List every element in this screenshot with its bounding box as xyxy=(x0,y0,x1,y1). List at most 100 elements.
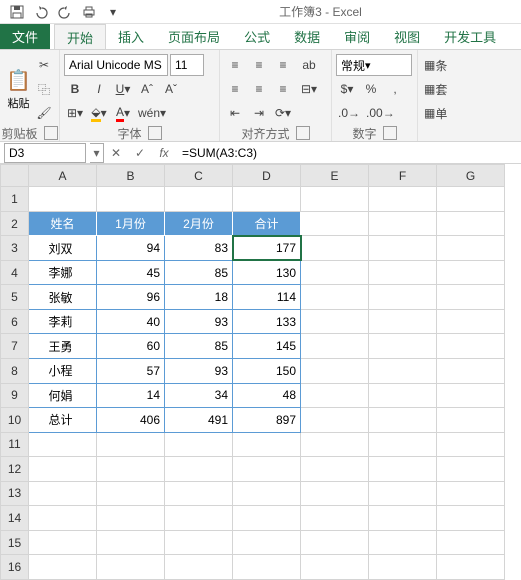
cell[interactable] xyxy=(301,285,369,310)
format-as-table-button[interactable]: ▦ 套 xyxy=(422,78,449,100)
worksheet-grid[interactable]: ABCDEFG12姓名1月份2月份合计3刘双94831774李娜45851305… xyxy=(0,164,521,580)
cell[interactable] xyxy=(369,481,437,506)
cell[interactable] xyxy=(437,457,505,482)
col-header[interactable]: B xyxy=(97,165,165,187)
col-header[interactable]: D xyxy=(233,165,301,187)
cell[interactable] xyxy=(301,457,369,482)
fill-color-button[interactable]: ⬙▾ xyxy=(88,102,110,124)
cell[interactable]: 小程 xyxy=(29,359,97,384)
col-header[interactable]: E xyxy=(301,165,369,187)
undo-icon[interactable] xyxy=(30,1,52,23)
cell[interactable] xyxy=(233,506,301,531)
cell[interactable] xyxy=(165,457,233,482)
align-left-button[interactable]: ≡ xyxy=(224,78,246,100)
merge-center-button[interactable]: ⊟▾ xyxy=(298,78,320,100)
name-box[interactable]: D3 xyxy=(4,143,86,163)
cell[interactable] xyxy=(369,285,437,310)
tab-home[interactable]: 开始 xyxy=(54,24,106,49)
cell[interactable]: 83 xyxy=(165,236,233,261)
cell[interactable] xyxy=(369,383,437,408)
cell[interactable] xyxy=(369,457,437,482)
tab-data[interactable]: 数据 xyxy=(282,24,332,49)
cell[interactable]: 93 xyxy=(165,309,233,334)
cell[interactable] xyxy=(301,334,369,359)
cell[interactable]: 18 xyxy=(165,285,233,310)
cell[interactable] xyxy=(301,481,369,506)
row-header[interactable]: 4 xyxy=(1,260,29,285)
tab-layout[interactable]: 页面布局 xyxy=(156,24,232,49)
row-header[interactable]: 2 xyxy=(1,211,29,236)
row-header[interactable]: 12 xyxy=(1,457,29,482)
cell[interactable] xyxy=(369,408,437,433)
phonetic-button[interactable]: wén▾ xyxy=(136,102,168,124)
cell[interactable] xyxy=(369,432,437,457)
cell[interactable] xyxy=(301,555,369,580)
cell[interactable] xyxy=(165,481,233,506)
tab-dev[interactable]: 开发工具 xyxy=(432,24,508,49)
number-format-combo[interactable]: 常规 ▾ xyxy=(336,54,412,76)
cell[interactable] xyxy=(165,187,233,212)
cell[interactable] xyxy=(437,211,505,236)
cell[interactable] xyxy=(437,530,505,555)
col-header[interactable]: F xyxy=(369,165,437,187)
cell[interactable] xyxy=(29,187,97,212)
qat-customize-icon[interactable]: ▾ xyxy=(102,1,124,23)
cell[interactable]: 60 xyxy=(97,334,165,359)
cell[interactable]: 57 xyxy=(97,359,165,384)
cell[interactable] xyxy=(437,260,505,285)
cell[interactable]: 85 xyxy=(165,334,233,359)
conditional-format-button[interactable]: ▦ 条 xyxy=(422,54,449,76)
cell[interactable]: 406 xyxy=(97,408,165,433)
wrap-text-button[interactable]: ab xyxy=(298,54,320,76)
cell[interactable] xyxy=(301,236,369,261)
cell[interactable] xyxy=(233,555,301,580)
cell[interactable] xyxy=(29,457,97,482)
cell[interactable]: 48 xyxy=(233,383,301,408)
align-launcher[interactable] xyxy=(296,126,310,140)
decrease-decimal-button[interactable]: .00→ xyxy=(364,102,397,124)
cell[interactable]: 何娟 xyxy=(29,383,97,408)
cell[interactable] xyxy=(437,481,505,506)
cell[interactable] xyxy=(437,359,505,384)
fx-icon[interactable]: fx xyxy=(152,143,176,163)
cell[interactable] xyxy=(437,285,505,310)
cell[interactable] xyxy=(97,530,165,555)
grow-font-button[interactable]: Aˆ xyxy=(136,78,158,100)
cell[interactable] xyxy=(97,457,165,482)
cell[interactable] xyxy=(369,530,437,555)
cell[interactable] xyxy=(301,187,369,212)
align-center-button[interactable]: ≡ xyxy=(248,78,270,100)
tab-view[interactable]: 视图 xyxy=(382,24,432,49)
enter-icon[interactable]: ✓ xyxy=(128,143,152,163)
cell[interactable] xyxy=(97,432,165,457)
cell[interactable] xyxy=(233,432,301,457)
cell[interactable] xyxy=(369,309,437,334)
row-header[interactable]: 15 xyxy=(1,530,29,555)
font-color-button[interactable]: A▾ xyxy=(112,102,134,124)
cell[interactable]: 王勇 xyxy=(29,334,97,359)
cell[interactable] xyxy=(301,408,369,433)
row-header[interactable]: 16 xyxy=(1,555,29,580)
number-launcher[interactable] xyxy=(383,126,397,140)
cell[interactable] xyxy=(437,334,505,359)
cell[interactable] xyxy=(301,530,369,555)
cell[interactable] xyxy=(301,383,369,408)
cell[interactable] xyxy=(369,506,437,531)
cell[interactable] xyxy=(437,236,505,261)
increase-indent-button[interactable]: ⇥ xyxy=(248,102,270,124)
cell[interactable]: 2月份 xyxy=(165,211,233,236)
cell[interactable] xyxy=(165,506,233,531)
cell[interactable] xyxy=(437,309,505,334)
save-icon[interactable] xyxy=(6,1,28,23)
cell[interactable]: 177 xyxy=(233,236,301,261)
cell[interactable]: 897 xyxy=(233,408,301,433)
cell[interactable] xyxy=(301,260,369,285)
clipboard-launcher[interactable] xyxy=(44,126,58,140)
cell[interactable]: 93 xyxy=(165,359,233,384)
cell[interactable] xyxy=(233,187,301,212)
cell[interactable] xyxy=(29,555,97,580)
row-header[interactable]: 3 xyxy=(1,236,29,261)
italic-button[interactable]: I xyxy=(88,78,110,100)
cell[interactable] xyxy=(233,457,301,482)
cut-icon[interactable]: ✂ xyxy=(33,54,55,76)
